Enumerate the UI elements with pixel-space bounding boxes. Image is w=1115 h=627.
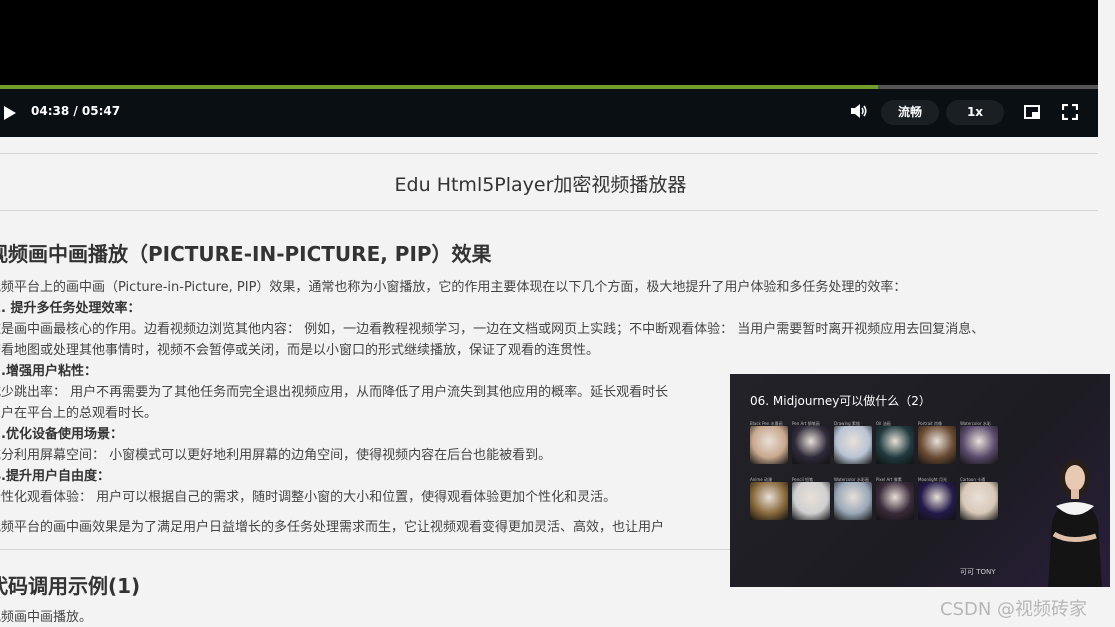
thumbnail-image xyxy=(960,482,998,520)
thumbnail-image xyxy=(792,482,830,520)
thumbnail-image xyxy=(876,426,914,464)
paragraph-line: 减少跳出率： 用户不再需要为了其他任务而完全退出视频应用，从而降低了用户流失到其… xyxy=(0,385,669,400)
paragraph-line: 视频平台上的画中画（Picture-in-Picture, PIP）效果，通常也… xyxy=(0,280,907,295)
pip-title: 06. Midjourney可以做什么（2） xyxy=(750,394,931,408)
paragraph-line: 查看地图或处理其他事情时，视频不会暂停或关闭，而是以小窗口的形式继续播放，保证了… xyxy=(0,343,600,358)
thumbnail-image xyxy=(792,426,830,464)
paragraph-line: 个性化观看体验： 用户可以根据自己的需求，随时调整小窗的大小和位置，使得观看体验… xyxy=(0,490,617,505)
thumbnail-image xyxy=(834,426,872,464)
paragraph-line: 用户在平台上的总观看时长。 xyxy=(0,406,158,421)
time-display: 04:38 / 05:47 xyxy=(31,104,121,118)
thumbnail-image xyxy=(918,482,956,520)
fullscreen-icon[interactable] xyxy=(1062,104,1078,120)
page-title: Edu Html5Player加密视频播放器 xyxy=(394,174,687,196)
player-controls: 04:38 / 05:47 流畅 1x xyxy=(0,89,1098,137)
section-heading: 视频画中画播放（PICTURE-IN-PICTURE, PIP）效果 xyxy=(0,242,492,266)
thumbnail-image xyxy=(876,482,914,520)
list-heading: 1. 提升多任务处理效率： xyxy=(0,301,141,316)
thumbnail-image xyxy=(750,426,788,464)
speed-button[interactable]: 1x xyxy=(946,100,1004,125)
list-heading: 4.提升用户自由度： xyxy=(0,469,110,484)
quality-button[interactable]: 流畅 xyxy=(881,100,939,125)
volume-icon[interactable] xyxy=(850,103,868,119)
paragraph-line: 视频平台的画中画效果是为了满足用户日益增长的多任务处理需求而生，它让视频观看变得… xyxy=(0,520,665,535)
divider xyxy=(0,153,1098,154)
list-heading: 2.增强用户粘性： xyxy=(0,364,97,379)
paragraph-line: 这是画中画最核心的作用。边看视频边浏览其他内容： 例如，一边看教程视频学习，一边… xyxy=(0,322,985,337)
thumbnail-image xyxy=(960,426,998,464)
watermark: CSDN @视频砖家 xyxy=(940,599,1088,620)
thumbnail-image xyxy=(834,482,872,520)
presenter-figure xyxy=(1048,459,1102,587)
video-player[interactable]: 04:38 / 05:47 流畅 1x xyxy=(0,0,1098,137)
pip-window[interactable]: 06. Midjourney可以做什么（2） Black Pen 水墨画 Pen … xyxy=(730,374,1110,587)
picture-in-picture-icon[interactable] xyxy=(1024,105,1040,119)
thumbnail-image xyxy=(750,482,788,520)
list-heading: 3.优化设备使用场景： xyxy=(0,427,123,442)
paragraph-line: 视频画中画播放。 xyxy=(0,610,93,625)
thumbnail-image xyxy=(918,426,956,464)
section-heading: 代码调用示例(1) xyxy=(0,574,141,598)
paragraph-line: 充分利用屏幕空间： 小窗模式可以更好地利用屏幕的边角空间，使得视频内容在后台也能… xyxy=(0,448,552,463)
divider xyxy=(0,210,1098,211)
play-icon[interactable] xyxy=(4,106,16,120)
pip-credit: 可可 TONY xyxy=(960,568,996,576)
